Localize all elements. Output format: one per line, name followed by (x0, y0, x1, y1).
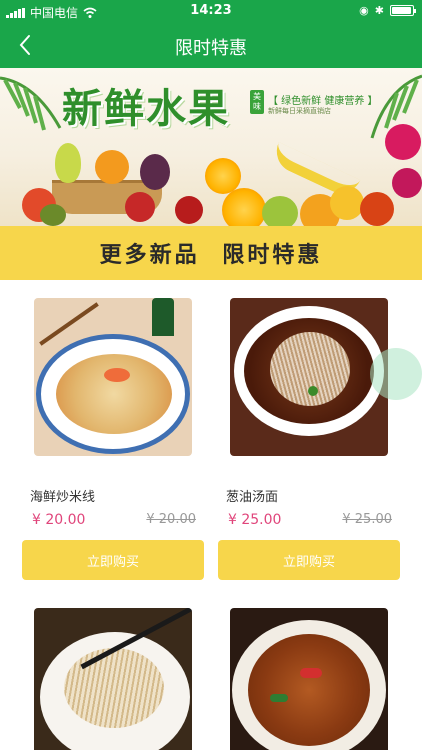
nav-bar: 限时特惠 (0, 22, 422, 68)
orange-slice-icon (222, 188, 266, 226)
product-image (34, 298, 192, 456)
floating-action-bubble[interactable] (370, 348, 422, 400)
bluetooth-icon: ✱ (374, 4, 384, 17)
orange-slice-icon (205, 158, 241, 194)
apple-icon (360, 192, 394, 226)
pepper-icon (300, 668, 322, 678)
promo-text: 更多新品 限时特惠 (99, 243, 323, 268)
orange-icon (95, 150, 129, 184)
page-title: 限时特惠 (175, 38, 247, 59)
product-card[interactable] (22, 608, 204, 750)
bottle-icon (152, 298, 174, 336)
product-card[interactable]: 葱油汤面 ¥ 25.00 ¥ 25.00 立即购买 (218, 280, 400, 580)
product-card[interactable] (218, 608, 400, 750)
noodles-icon (56, 354, 172, 434)
scallion-icon (308, 386, 318, 396)
noodles-icon (64, 648, 164, 728)
pepper-icon (270, 694, 288, 702)
banner-title: 新鲜水果 (62, 86, 230, 132)
flower-icon (392, 168, 422, 198)
product-card[interactable]: 海鲜炒米线 ¥ 20.00 ¥ 20.00 立即购买 (22, 280, 204, 580)
promo-strip: 更多新品 限时特惠 (0, 226, 422, 280)
product-grid: 海鲜炒米线 ¥ 20.00 ¥ 20.00 立即购买 葱油汤面 ¥ 25.00 … (0, 280, 422, 750)
product-image (230, 608, 388, 750)
grape-icon (140, 154, 170, 190)
apple-icon (125, 192, 155, 222)
banner-slogan: 【 绿色新鲜 健康营养 】 (268, 96, 378, 107)
palm-leaf-left-icon (0, 76, 62, 131)
battery-icon (390, 5, 416, 16)
apple-icon (175, 196, 203, 224)
battery-fill (392, 7, 411, 14)
product-price: ¥ 25.00 (228, 512, 282, 528)
flower-icon (385, 124, 421, 160)
buy-now-button[interactable]: 立即购买 (22, 540, 204, 580)
promo-banner[interactable]: 新鲜水果 美味 【 绿色新鲜 健康营养 】 新鲜每日采摘直销店 (0, 68, 422, 226)
product-original-price: ¥ 20.00 (146, 512, 196, 527)
product-name: 海鲜炒米线 (30, 490, 96, 505)
banner-subtitle: 新鲜每日采摘直销店 (268, 107, 331, 115)
product-name: 葱油汤面 (226, 490, 279, 505)
braised-chicken-icon (248, 634, 370, 746)
status-bar: 中国电信 14:23 ◉ ✱ (0, 0, 422, 22)
shrimp-icon (104, 368, 130, 382)
kiwi-icon (40, 204, 66, 226)
product-price: ¥ 20.00 (32, 512, 86, 528)
product-image (230, 298, 388, 456)
buy-now-button[interactable]: 立即购买 (218, 540, 400, 580)
product-image (34, 608, 192, 750)
apple-icon (262, 196, 298, 226)
location-icon: ◉ (359, 4, 369, 17)
orange-icon (330, 186, 364, 220)
pear-icon (55, 143, 81, 183)
banner-tag: 美味 (250, 90, 264, 114)
product-original-price: ¥ 25.00 (342, 512, 392, 527)
status-right: ◉ ✱ (359, 4, 416, 17)
